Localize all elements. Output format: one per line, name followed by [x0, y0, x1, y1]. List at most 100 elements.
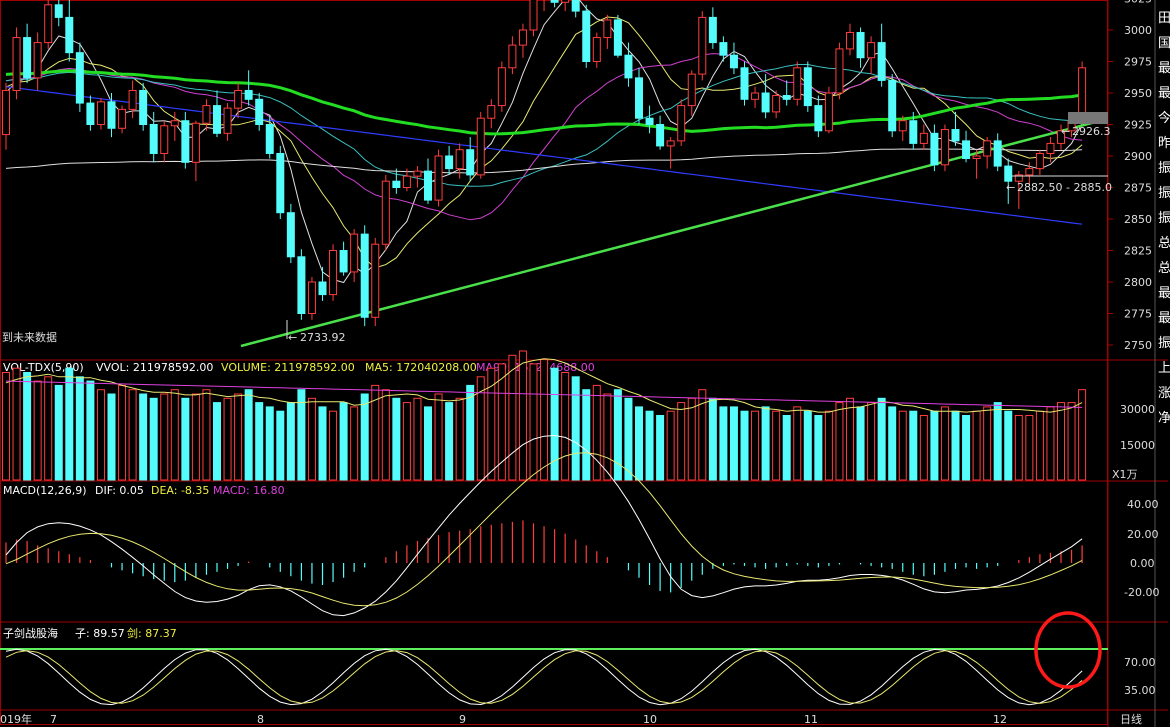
candle-body[interactable]	[508, 44, 517, 69]
candle-body[interactable]	[582, 10, 591, 63]
candle-body[interactable]	[297, 256, 306, 314]
candle-body[interactable]	[497, 67, 506, 107]
candle-body[interactable]	[65, 16, 74, 54]
candle-body[interactable]	[202, 105, 211, 124]
candle-body[interactable]	[434, 155, 443, 201]
candle-body[interactable]	[75, 52, 84, 104]
candle-body[interactable]	[518, 29, 527, 46]
candle-body[interactable]	[329, 250, 338, 296]
candle-body[interactable]	[23, 37, 32, 79]
candle-body[interactable]	[413, 170, 422, 177]
candle-body[interactable]	[782, 95, 791, 100]
candle-body[interactable]	[455, 149, 464, 170]
candlesticks[interactable]	[2, 0, 1087, 327]
candle-body[interactable]	[424, 170, 432, 201]
candle-body[interactable]	[656, 124, 665, 147]
candle-body[interactable]	[940, 129, 949, 166]
candle-body[interactable]	[898, 120, 907, 132]
candle-body[interactable]	[888, 79, 897, 132]
candle-body[interactable]	[603, 19, 612, 39]
candle-body[interactable]	[1025, 168, 1034, 176]
candle-body[interactable]	[729, 54, 738, 69]
candle-body[interactable]	[86, 102, 95, 126]
candle-body[interactable]	[234, 89, 243, 109]
candle-body[interactable]	[445, 155, 454, 170]
candle-body[interactable]	[149, 124, 158, 154]
candle-body[interactable]	[139, 89, 148, 126]
candle-body[interactable]	[793, 67, 802, 100]
candle-body[interactable]	[191, 122, 200, 163]
candle-body[interactable]	[244, 89, 253, 100]
candle-body[interactable]	[687, 73, 696, 107]
candle-body[interactable]	[265, 124, 274, 154]
candle-body[interactable]	[286, 212, 295, 258]
candle-body[interactable]	[635, 77, 643, 119]
candle-body[interactable]	[381, 180, 390, 245]
candle-body[interactable]	[761, 92, 770, 113]
candle-body[interactable]	[719, 42, 728, 56]
candle-body[interactable]	[350, 233, 359, 273]
candle-body[interactable]	[476, 117, 485, 176]
candle-body[interactable]	[846, 32, 854, 50]
candle-body[interactable]	[12, 37, 21, 91]
candle-body[interactable]	[972, 155, 981, 160]
candle-body[interactable]	[170, 120, 179, 127]
candle-body[interactable]	[371, 243, 380, 318]
candle-body[interactable]	[930, 132, 939, 166]
candle-body[interactable]	[708, 16, 717, 44]
candle-body[interactable]	[118, 108, 127, 129]
candle-body[interactable]	[613, 19, 622, 56]
candle-body[interactable]	[392, 180, 401, 188]
candle-body[interactable]	[1004, 165, 1013, 182]
candle-body[interactable]	[44, 4, 53, 44]
candle-body[interactable]	[983, 140, 992, 157]
candle-body[interactable]	[909, 120, 918, 144]
candle-body[interactable]	[919, 132, 928, 144]
candle-body[interactable]	[677, 105, 686, 142]
candle-body[interactable]	[181, 120, 190, 163]
candle-body[interactable]	[835, 48, 844, 94]
candle-body[interactable]	[772, 95, 781, 113]
candle-body[interactable]	[1035, 152, 1044, 170]
candle-body[interactable]	[529, 0, 538, 31]
candle-body[interactable]	[255, 98, 264, 126]
candle-body[interactable]	[951, 129, 960, 142]
candle-body[interactable]	[666, 140, 675, 147]
candle-body[interactable]	[54, 4, 63, 18]
candle-body[interactable]	[803, 67, 812, 107]
candle-body[interactable]	[307, 281, 316, 314]
candle-body[interactable]	[561, 0, 570, 3]
candle-body[interactable]	[402, 175, 411, 189]
candle-body[interactable]	[867, 42, 876, 59]
candle-body[interactable]	[128, 89, 137, 110]
candle-body[interactable]	[160, 125, 169, 154]
candle-body[interactable]	[360, 233, 369, 318]
candle-body[interactable]	[856, 32, 865, 59]
candle-body[interactable]	[318, 281, 327, 296]
candle-body[interactable]	[339, 250, 348, 273]
candle-body[interactable]	[223, 107, 232, 134]
stock-chart[interactable]: 3025 3000 2975 2950 2925 2900 2875 2850 2825 2800…	[0, 0, 1170, 727]
candle-body[interactable]	[2, 89, 10, 136]
candle-body[interactable]	[466, 149, 475, 176]
candle-body[interactable]	[877, 42, 886, 81]
candle-body[interactable]	[487, 105, 496, 119]
candle-body[interactable]	[698, 16, 707, 75]
candle-body[interactable]	[1046, 142, 1055, 154]
candle-body[interactable]	[276, 152, 285, 214]
candle-body[interactable]	[740, 67, 749, 100]
candle-body[interactable]	[107, 101, 116, 129]
candle-body[interactable]	[571, 0, 580, 12]
candle-body[interactable]	[751, 92, 760, 100]
candle-body[interactable]	[814, 105, 823, 132]
candle-body[interactable]	[962, 140, 971, 160]
candle-body[interactable]	[592, 37, 601, 63]
candle-body[interactable]	[824, 92, 833, 132]
candle-body[interactable]	[550, 0, 559, 3]
candle-body[interactable]	[213, 105, 221, 134]
candle-body[interactable]	[96, 101, 105, 125]
candle-body[interactable]	[33, 42, 42, 79]
candle-body[interactable]	[624, 54, 633, 79]
candle-body[interactable]	[993, 140, 1002, 167]
candle-body[interactable]	[645, 117, 654, 125]
